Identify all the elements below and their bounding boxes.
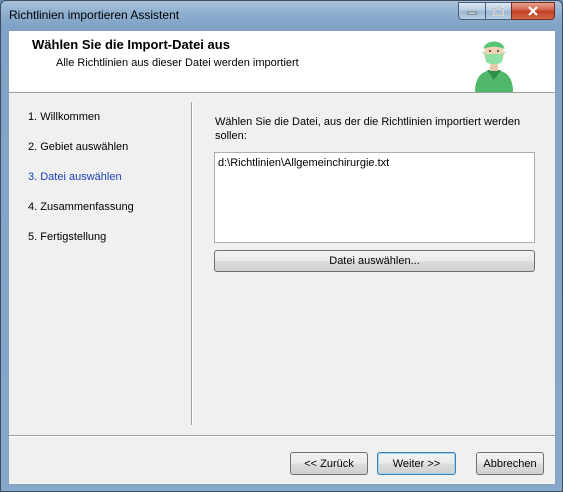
cancel-button[interactable]: Abbrechen [476,452,544,475]
close-icon [528,6,538,16]
minimize-icon [467,11,477,15]
close-button[interactable] [511,2,555,20]
wizard-window: Richtlinien importieren Assistent Wählen… [0,0,563,492]
back-button-label: << Zurück [304,457,354,470]
page-title: Wählen Sie die Import-Datei aus [32,37,230,52]
file-path-field[interactable]: d:\Richtlinien\Allgemeinchirurgie.txt [214,152,535,243]
minimize-button[interactable] [458,2,485,20]
caption-buttons [458,2,555,20]
maximize-button[interactable] [485,2,511,20]
step-zusammenfassung: 4. Zusammenfassung [28,201,134,213]
cancel-button-label: Abbrechen [483,457,537,470]
maximize-icon [493,6,504,16]
step-datei-auswaehlen: 3. Datei auswählen [28,171,122,183]
horizontal-divider [9,435,555,437]
vertical-divider [191,102,193,425]
file-prompt-label: Wählen Sie die Datei, aus der die Richtl… [215,116,521,142]
window-title: Richtlinien importieren Assistent [9,8,180,22]
wizard-steps: 1. Willkommen 2. Gebiet auswählen 3. Dat… [28,111,188,261]
next-button[interactable]: Weiter >> [377,452,456,475]
step-willkommen: 1. Willkommen [28,111,101,123]
surgeon-icon [475,41,513,92]
next-button-label: Weiter >> [392,457,441,470]
wizard-client-area: Wählen Sie die Import-Datei aus Alle Ric… [8,30,556,485]
back-button[interactable]: << Zurück [290,452,368,475]
title-bar[interactable]: Richtlinien importieren Assistent [1,1,562,29]
page-subtitle: Alle Richtlinien aus dieser Datei werden… [56,57,299,69]
choose-file-button[interactable]: Datei auswählen... [214,250,535,272]
wizard-header: Wählen Sie die Import-Datei aus Alle Ric… [9,31,555,93]
step-fertigstellung: 5. Fertigstellung [28,231,107,243]
file-path-text: d:\Richtlinien\Allgemeinchirurgie.txt [218,157,390,169]
step-gebiet-auswaehlen: 2. Gebiet auswählen [28,141,129,153]
